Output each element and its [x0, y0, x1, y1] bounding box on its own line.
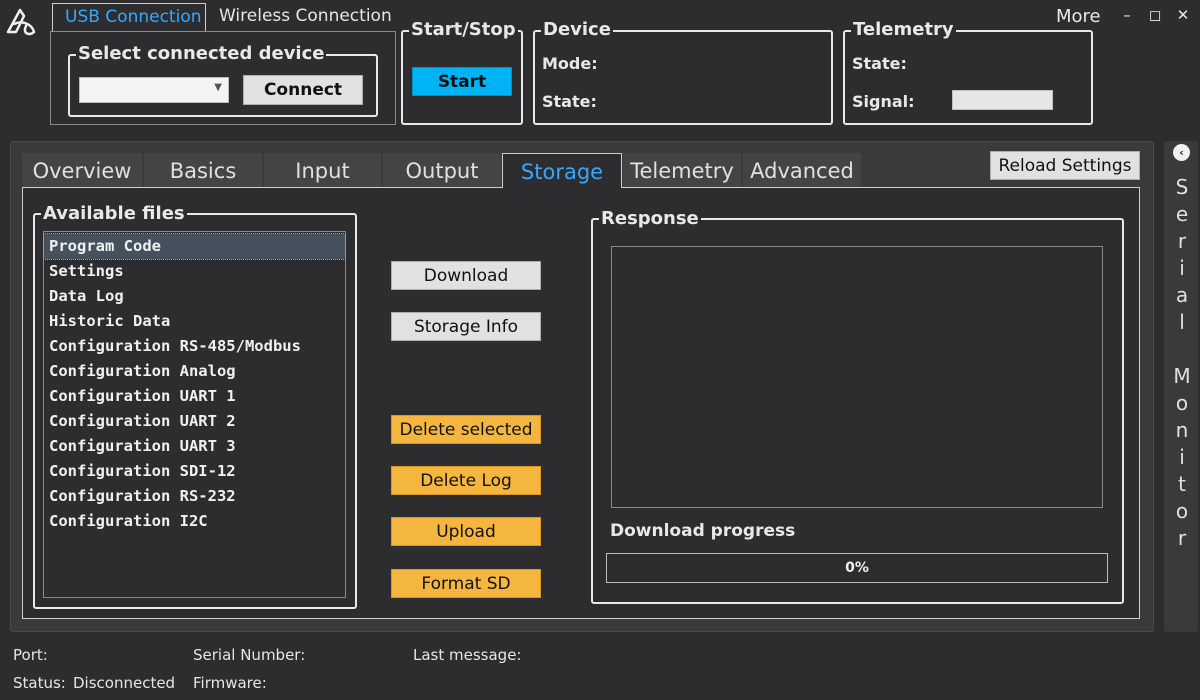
telemetry-legend: Telemetry: [851, 19, 956, 41]
connect-button[interactable]: Connect: [243, 75, 363, 105]
firmware-label: Firmware:: [193, 674, 267, 692]
serial-monitor-letter: e: [1175, 202, 1189, 226]
serial-monitor-letter: i: [1179, 445, 1185, 469]
tab-wireless-connection[interactable]: Wireless Connection: [207, 3, 404, 32]
signal-strength-bar: [952, 90, 1053, 110]
serial-monitor-letter: r: [1177, 526, 1187, 550]
serial-monitor-letter: r: [1177, 229, 1187, 253]
tab-overview[interactable]: Overview: [22, 153, 142, 187]
list-item[interactable]: Configuration RS-232: [44, 484, 345, 509]
download-progress-label: Download progress: [610, 521, 796, 541]
list-item[interactable]: Configuration RS-485/Modbus: [44, 334, 345, 359]
maximize-icon[interactable]: ◻: [1145, 6, 1165, 24]
list-item[interactable]: Configuration SDI-12: [44, 459, 345, 484]
list-item[interactable]: Configuration I2C: [44, 509, 345, 534]
device-mode-label: Mode:: [542, 54, 598, 73]
format-sd-button[interactable]: Format SD: [391, 569, 541, 598]
chevron-left-icon[interactable]: ‹: [1173, 144, 1190, 161]
serial-monitor-letter: l: [1179, 310, 1185, 334]
download-progress-bar: 0%: [606, 553, 1108, 583]
progress-percent: 0%: [845, 560, 869, 576]
serial-monitor-label[interactable]: Serial Monitor: [1170, 174, 1194, 552]
select-device-legend: Select connected device: [76, 43, 327, 65]
tab-basics[interactable]: Basics: [144, 153, 262, 187]
serial-monitor-letter: M: [1173, 364, 1191, 388]
start-button[interactable]: Start: [412, 67, 512, 96]
list-item[interactable]: Data Log: [44, 284, 345, 309]
minimize-icon[interactable]: –: [1117, 6, 1137, 24]
last-message-label: Last message:: [413, 646, 522, 664]
chevron-down-icon: ▼: [214, 82, 222, 93]
start-stop-legend: Start/Stop: [409, 19, 518, 41]
device-legend: Device: [541, 19, 613, 41]
serial-monitor-letter: o: [1175, 391, 1189, 415]
delete-selected-button[interactable]: Delete selected: [391, 415, 541, 444]
download-button[interactable]: Download: [391, 261, 541, 290]
telemetry-state-label: State:: [852, 54, 907, 73]
tab-input[interactable]: Input: [264, 153, 381, 187]
tab-advanced[interactable]: Advanced: [743, 153, 861, 187]
serial-monitor-letter: a: [1175, 283, 1189, 307]
serial-monitor-letter: n: [1175, 418, 1189, 442]
reload-settings-button[interactable]: Reload Settings: [990, 151, 1140, 180]
list-item[interactable]: Historic Data: [44, 309, 345, 334]
file-list[interactable]: Program Code Settings Data Log Historic …: [43, 231, 346, 598]
status-value: Disconnected: [73, 674, 176, 692]
serial-monitor-letter: t: [1178, 472, 1186, 496]
port-label: Port:: [13, 646, 48, 664]
available-files-legend: Available files: [41, 203, 187, 225]
device-state-label: State:: [542, 92, 597, 111]
delete-log-button[interactable]: Delete Log: [391, 466, 541, 495]
list-item[interactable]: Configuration UART 2: [44, 409, 345, 434]
tab-storage[interactable]: Storage: [502, 153, 622, 188]
app-logo-icon: [6, 8, 36, 36]
serial-number-label: Serial Number:: [193, 646, 306, 664]
telemetry-signal-label: Signal:: [852, 92, 915, 111]
list-item[interactable]: Configuration Analog: [44, 359, 345, 384]
tab-usb-connection[interactable]: USB Connection: [52, 3, 206, 32]
more-menu[interactable]: More: [1056, 6, 1101, 27]
response-textbox[interactable]: [611, 246, 1103, 508]
status-label: Status:: [13, 674, 66, 692]
tab-output[interactable]: Output: [383, 153, 501, 187]
device-combobox[interactable]: ▼: [79, 77, 229, 103]
upload-button[interactable]: Upload: [391, 517, 541, 546]
list-item[interactable]: Settings: [44, 259, 345, 284]
list-item[interactable]: Program Code: [43, 233, 346, 260]
close-icon[interactable]: ✕: [1173, 6, 1193, 24]
serial-monitor-letter: S: [1175, 175, 1189, 199]
serial-monitor-letter: [1170, 336, 1194, 363]
storage-info-button[interactable]: Storage Info: [391, 312, 541, 341]
tab-telemetry[interactable]: Telemetry: [623, 153, 741, 187]
serial-monitor-letter: i: [1179, 256, 1185, 280]
response-legend: Response: [599, 208, 701, 230]
serial-monitor-letter: o: [1175, 499, 1189, 523]
list-item[interactable]: Configuration UART 3: [44, 434, 345, 459]
list-item[interactable]: Configuration UART 1: [44, 384, 345, 409]
